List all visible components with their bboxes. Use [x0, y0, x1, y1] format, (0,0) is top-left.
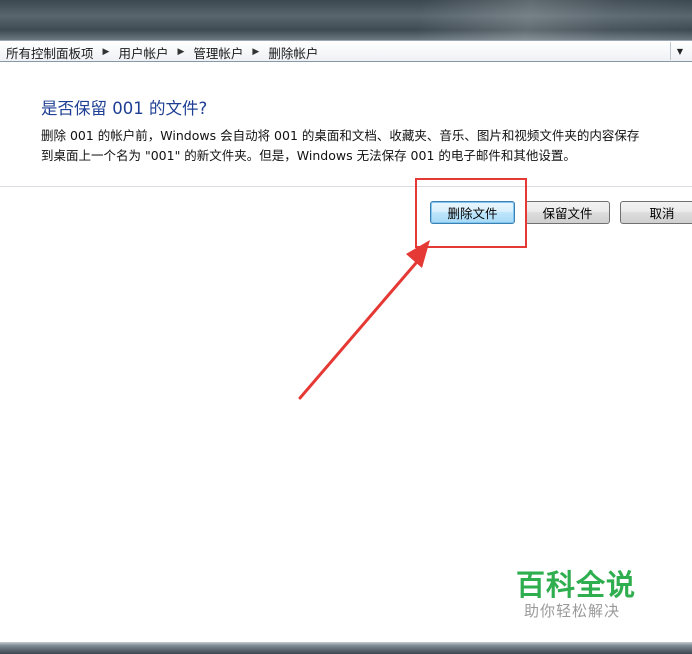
title-bar-sheen — [420, 0, 692, 40]
keep-files-button[interactable]: 保留文件 — [525, 201, 610, 224]
window-title-bar — [0, 0, 692, 40]
chevron-down-icon[interactable]: ▼ — [670, 42, 688, 60]
triangle-right-icon[interactable]: ▶ — [170, 47, 191, 57]
breadcrumb-item-manage-accounts[interactable]: 管理帐户 — [191, 43, 245, 62]
description-line-2: 到桌面上一个名为 "001" 的新文件夹。但是，Windows 无法保存 001… — [41, 148, 576, 163]
divider — [0, 186, 692, 187]
watermark-logo: 百科全说 助你轻松解决 — [514, 562, 644, 622]
page-title: 是否保留 001 的文件? — [41, 99, 208, 118]
red-arrow-icon — [298, 240, 430, 400]
breadcrumb-item-user-accounts[interactable]: 用户帐户 — [116, 43, 170, 62]
breadcrumb-item-all-control-panel[interactable]: 所有控制面板项 — [4, 43, 96, 62]
description-text: 删除 001 的帐户前，Windows 会自动将 001 的桌面和文档、收藏夹、… — [41, 126, 692, 166]
breadcrumb-item-delete-account[interactable]: 删除帐户 — [266, 43, 320, 62]
triangle-right-icon[interactable]: ▶ — [96, 47, 117, 57]
cancel-button[interactable]: 取消 — [620, 201, 692, 224]
window-bottom-border — [0, 642, 692, 654]
triangle-right-icon[interactable]: ▶ — [245, 47, 266, 57]
address-bar[interactable]: 所有控制面板项 ▶ 用户帐户 ▶ 管理帐户 ▶ 删除帐户 ▼ — [0, 40, 692, 62]
watermark-slogan: 助你轻松解决 — [524, 602, 621, 620]
breadcrumb: 所有控制面板项 ▶ 用户帐户 ▶ 管理帐户 ▶ 删除帐户 — [4, 43, 320, 61]
watermark-name: 百科全说 — [516, 568, 637, 602]
description-line-1: 删除 001 的帐户前，Windows 会自动将 001 的桌面和文档、收藏夹、… — [41, 128, 640, 143]
